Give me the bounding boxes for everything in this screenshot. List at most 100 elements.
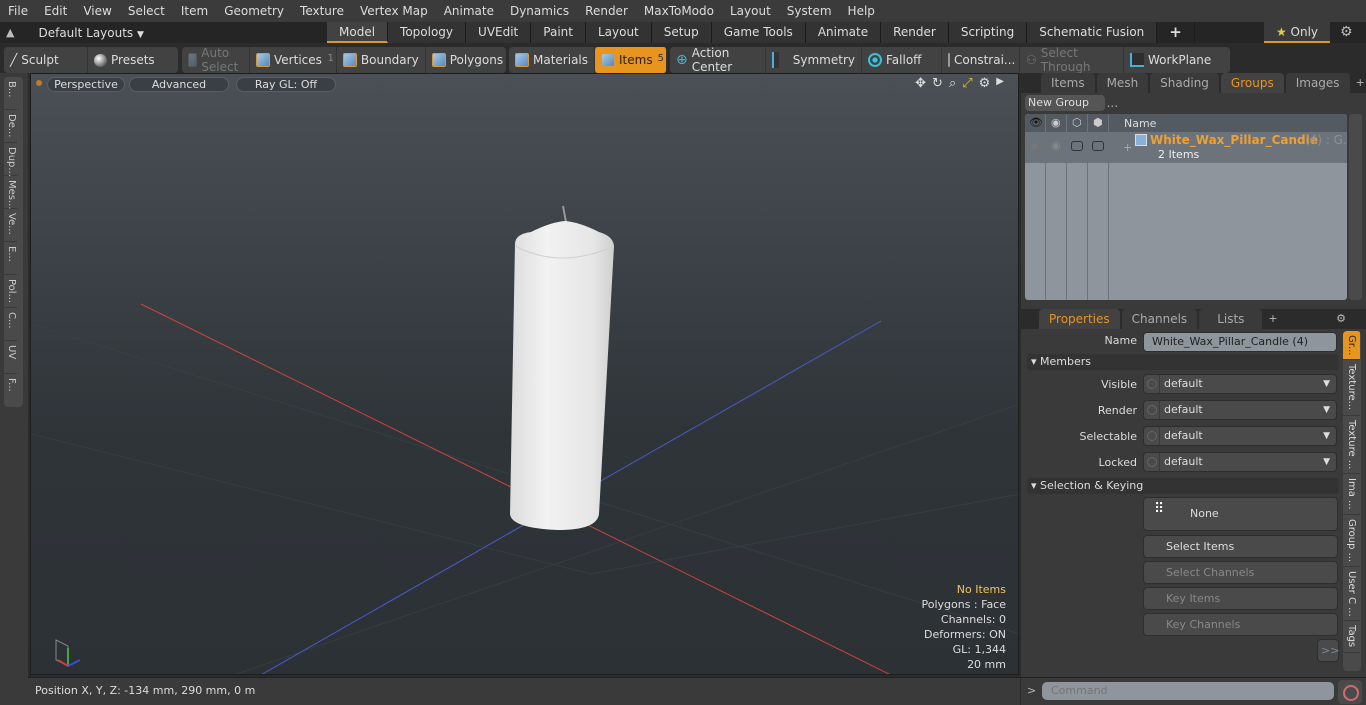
action-center-button[interactable]: ⊕ Action Center bbox=[670, 46, 766, 74]
boundary-button[interactable]: Boundary bbox=[337, 47, 426, 73]
tab-animate[interactable]: Animate bbox=[805, 22, 882, 43]
toolbox-tab-duplicate[interactable]: Dup... bbox=[4, 143, 17, 177]
viewport-more-icon[interactable]: ▶ bbox=[996, 76, 1004, 91]
record-macro-button[interactable] bbox=[1338, 680, 1362, 704]
menu-texture[interactable]: Texture bbox=[292, 4, 352, 18]
key-channels-button[interactable]: Key Channels bbox=[1143, 613, 1338, 636]
command-input[interactable] bbox=[1042, 682, 1334, 700]
layouts-dropdown[interactable]: Default Layouts ▼ bbox=[24, 26, 143, 40]
tab-schematic-fusion[interactable]: Schematic Fusion bbox=[1027, 22, 1158, 43]
tab-topology[interactable]: Topology bbox=[388, 22, 467, 43]
menu-maxtomodo[interactable]: MaxToModo bbox=[636, 4, 722, 18]
tab-items[interactable]: Items bbox=[1041, 73, 1095, 93]
toolbox-tab-curve[interactable]: C... bbox=[4, 308, 17, 341]
properties-settings-icon[interactable]: ⚙ bbox=[1336, 309, 1346, 329]
menu-item[interactable]: Item bbox=[173, 4, 216, 18]
render-toggle-icon[interactable]: ◉ bbox=[1051, 139, 1061, 152]
expand-group-icon[interactable]: + bbox=[1123, 141, 1132, 154]
members-section[interactable]: ▾ Members bbox=[1027, 354, 1339, 370]
menu-geometry[interactable]: Geometry bbox=[216, 4, 292, 18]
selection-set-button[interactable]: ⠿ None bbox=[1143, 497, 1338, 531]
menu-render[interactable]: Render bbox=[577, 4, 636, 18]
only-button[interactable]: ★ Only bbox=[1264, 22, 1330, 43]
tab-model[interactable]: Model bbox=[327, 22, 389, 43]
menu-vertex-map[interactable]: Vertex Map bbox=[352, 4, 436, 18]
symmetry-button[interactable]: Symmetry bbox=[766, 47, 862, 73]
menu-animate[interactable]: Animate bbox=[436, 4, 502, 18]
group-row[interactable]: ◉ ◉ + White_Wax_Pillar_Candle (4) : G...… bbox=[1025, 132, 1347, 163]
toolbox-tab-deform[interactable]: De... bbox=[4, 110, 17, 143]
tab-uvedit[interactable]: UVEdit bbox=[466, 22, 532, 43]
tab-game-tools[interactable]: Game Tools bbox=[711, 22, 806, 43]
tab-layout[interactable]: Layout bbox=[585, 22, 652, 43]
3d-viewport[interactable]: +X +Z Perspective Advanced Ray GL: Off ✥… bbox=[30, 73, 1019, 675]
key-items-button[interactable]: Key Items bbox=[1143, 587, 1338, 610]
view-mode-button[interactable]: Perspective bbox=[47, 77, 125, 92]
toolbox-tab-edge[interactable]: E... bbox=[4, 242, 17, 275]
vertices-button[interactable]: Vertices 1 bbox=[250, 47, 337, 73]
lock-toggle[interactable] bbox=[1092, 141, 1104, 151]
select-through-button[interactable]: ⚇ Select Through bbox=[1020, 46, 1124, 74]
select-toggle[interactable] bbox=[1071, 141, 1083, 151]
shading-mode-button[interactable]: Advanced bbox=[129, 77, 229, 92]
tab-images[interactable]: Images bbox=[1285, 73, 1350, 93]
add-panel-tab-icon[interactable]: + bbox=[1352, 73, 1366, 93]
polygons-button[interactable]: Polygons bbox=[426, 47, 509, 73]
toolbox-tab-vertex[interactable]: Ve... bbox=[4, 209, 17, 242]
menu-dynamics[interactable]: Dynamics bbox=[502, 4, 577, 18]
tab-mesh[interactable]: Mesh ... bbox=[1096, 73, 1149, 110]
side-tab-texture-2[interactable]: Texture ... bbox=[1343, 416, 1360, 474]
presets-button[interactable]: Presets bbox=[88, 47, 161, 73]
auto-select-button[interactable]: Auto Select bbox=[182, 46, 251, 74]
toolbox-tab-mesh[interactable]: Mes... bbox=[4, 176, 17, 210]
toolbox-tab-polygon[interactable]: Pol... bbox=[4, 275, 17, 308]
move-view-icon[interactable]: ✥ bbox=[915, 76, 926, 91]
toolbox-tab-basic[interactable]: B... bbox=[4, 77, 17, 110]
side-tab-texture-1[interactable]: Texture... bbox=[1343, 360, 1360, 416]
side-tab-group-2[interactable]: Group ... bbox=[1343, 515, 1360, 567]
tab-properties[interactable]: Properties bbox=[1039, 309, 1120, 329]
toolbox-tab-fusion[interactable]: F... bbox=[4, 374, 17, 407]
expand-up-icon[interactable]: ▲ bbox=[6, 26, 14, 39]
tab-lists[interactable]: Lists bbox=[1199, 309, 1263, 329]
tab-scripting[interactable]: Scripting bbox=[948, 22, 1028, 43]
sculpt-button[interactable]: ╱ Sculpt bbox=[4, 47, 88, 73]
side-tab-image[interactable]: Ima ... bbox=[1343, 474, 1360, 515]
items-button[interactable]: Items 5 bbox=[595, 47, 667, 73]
select-items-button[interactable]: Select Items bbox=[1143, 535, 1338, 558]
menu-layout[interactable]: Layout bbox=[722, 4, 779, 18]
constraints-button[interactable]: Constrai... bbox=[942, 47, 1020, 73]
raygl-button[interactable]: Ray GL: Off bbox=[236, 77, 336, 92]
selectable-dropdown[interactable]: default ▼ bbox=[1143, 426, 1337, 446]
menu-view[interactable]: View bbox=[75, 4, 119, 18]
falloff-button[interactable]: Falloff bbox=[862, 47, 942, 73]
viewport-menu-dot[interactable] bbox=[36, 80, 42, 86]
rotate-view-icon[interactable]: ↻ bbox=[932, 76, 943, 91]
side-tab-tags[interactable]: Tags bbox=[1343, 621, 1360, 653]
zoom-view-icon[interactable]: ⌕ bbox=[949, 76, 956, 91]
select-column-icon[interactable]: ⬡ bbox=[1072, 116, 1082, 129]
add-tab-button[interactable]: + bbox=[1157, 22, 1195, 43]
visibility-toggle-icon[interactable]: ◉ bbox=[1030, 139, 1040, 152]
name-field[interactable]: White_Wax_Pillar_Candle (4) bbox=[1143, 332, 1337, 352]
lock-column-icon[interactable]: ⬢ bbox=[1093, 116, 1103, 129]
tab-setup[interactable]: Setup bbox=[651, 22, 712, 43]
tab-render[interactable]: Render bbox=[881, 22, 949, 43]
visibility-column-icon[interactable]: 👁 bbox=[1029, 116, 1043, 129]
menu-edit[interactable]: Edit bbox=[36, 4, 75, 18]
tab-groups[interactable]: Groups bbox=[1220, 73, 1284, 93]
tab-paint[interactable]: Paint bbox=[531, 22, 586, 43]
viewport-settings-icon[interactable]: ⚙ bbox=[979, 76, 991, 91]
toolbox-tab-uv[interactable]: UV bbox=[4, 341, 17, 374]
side-tab-user-channels[interactable]: User C ... bbox=[1343, 567, 1360, 622]
add-properties-tab-icon[interactable]: + bbox=[1264, 309, 1281, 329]
workplane-button[interactable]: WorkPlane bbox=[1124, 47, 1217, 73]
menu-select[interactable]: Select bbox=[120, 4, 173, 18]
menu-help[interactable]: Help bbox=[840, 4, 883, 18]
name-column-header[interactable]: Name bbox=[1124, 117, 1156, 130]
selection-keying-section[interactable]: ▾ Selection & Keying bbox=[1027, 478, 1339, 494]
materials-button[interactable]: Materials bbox=[509, 47, 596, 73]
render-column-icon[interactable]: ◉ bbox=[1051, 116, 1061, 129]
visible-dropdown[interactable]: default ▼ bbox=[1143, 374, 1337, 394]
menu-file[interactable]: File bbox=[0, 4, 36, 18]
